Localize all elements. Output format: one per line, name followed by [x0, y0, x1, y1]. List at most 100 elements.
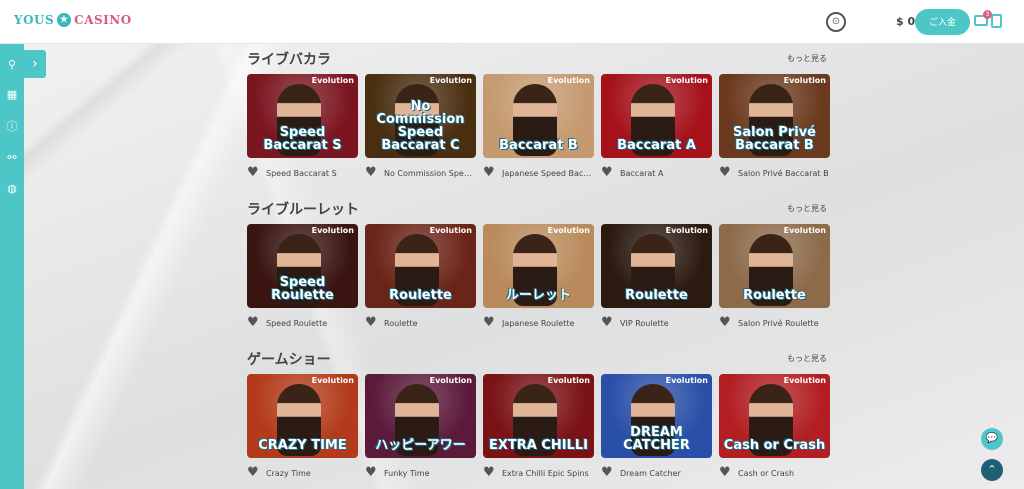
game-thumbnail[interactable]: Evolution Baccarat B	[483, 74, 594, 158]
game-meta: ♥ VIP Roulette	[601, 316, 712, 330]
heart-icon[interactable]: ♥	[365, 166, 378, 179]
game-card[interactable]: Evolution Baccarat B ♥ Japanese Speed Bacca…	[483, 74, 594, 180]
heart-icon[interactable]: ♥	[719, 466, 732, 479]
game-art-title: Speed Baccarat S	[263, 125, 342, 153]
game-name: Crazy Time	[266, 468, 311, 478]
grid-icon[interactable]: ▦	[5, 88, 19, 102]
heart-icon[interactable]: ♥	[247, 316, 260, 329]
heart-icon[interactable]: ♥	[601, 166, 614, 179]
game-name: Extra Chilli Epic Spins	[502, 468, 589, 478]
deposit-button[interactable]: ご入金	[915, 9, 970, 35]
game-thumbnail[interactable]: Evolution Baccarat A	[601, 74, 712, 158]
see-more-link[interactable]: もっと見る	[787, 203, 827, 214]
game-card[interactable]: Evolution DREAM CATCHER ♥ Dream Catcher	[601, 374, 712, 480]
game-name: Funky Time	[384, 468, 430, 478]
game-name: Speed Baccarat S	[266, 168, 337, 178]
provider-logo: Evolution	[429, 226, 472, 235]
game-art-title: ルーレット	[505, 288, 571, 303]
heart-icon[interactable]: ♥	[601, 466, 614, 479]
game-art-title: Speed Roulette	[271, 275, 334, 303]
game-art-title: Baccarat B	[499, 138, 578, 153]
balance-display: $ 0	[896, 15, 916, 28]
game-section: ゲームショー もっと見る Evolution CRAZY TIME ♥ Crazy Tim…	[247, 344, 830, 489]
game-card[interactable]: Evolution ハッピーアワー ♥ Funky Time	[365, 374, 476, 480]
game-meta: ♥ Speed Roulette	[247, 316, 358, 330]
game-thumbnail[interactable]: Evolution Roulette	[365, 224, 476, 308]
game-thumbnail[interactable]: Evolution ハッピーアワー	[365, 374, 476, 458]
game-card[interactable]: Evolution Cash or Crash ♥ Cash or Crash	[719, 374, 830, 480]
heart-icon[interactable]: ♥	[601, 316, 614, 329]
globe-icon[interactable]: ◍	[5, 182, 19, 196]
game-name: Japanese Roulette	[502, 318, 575, 328]
top-header: YOUS ★ CASINO ⊙ $ 0 ご入金 3	[0, 0, 1024, 44]
logout-icon[interactable]	[991, 14, 1002, 28]
game-art-title: Salon Privé Baccarat B	[733, 125, 816, 153]
game-card[interactable]: Evolution CRAZY TIME ♥ Crazy Time	[247, 374, 358, 480]
game-card[interactable]: Evolution Salon Privé Baccarat B ♥ Salon Pr…	[719, 74, 830, 180]
game-card[interactable]: Evolution Roulette ♥ Roulette	[365, 224, 476, 330]
game-card[interactable]: Evolution Baccarat A ♥ Baccarat A	[601, 74, 712, 180]
game-art-title: Cash or Crash	[723, 438, 826, 453]
game-card[interactable]: Evolution ルーレット ♥ Japanese Roulette	[483, 224, 594, 330]
provider-logo: Evolution	[783, 376, 826, 385]
heart-icon[interactable]: ♥	[365, 316, 378, 329]
game-art-title: ハッピーアワー	[375, 438, 466, 453]
game-art-title: EXTRA CHILLI	[488, 438, 589, 453]
clock-icon[interactable]: ⊙	[826, 12, 846, 32]
provider-logo: Evolution	[311, 226, 354, 235]
game-thumbnail[interactable]: Evolution Cash or Crash	[719, 374, 830, 458]
arrow-up-icon[interactable]: ⌃	[981, 459, 1003, 481]
game-art-title: Roulette	[625, 288, 688, 303]
section-header: ゲームショー もっと見る	[247, 344, 827, 374]
game-art-title: DREAM CATCHER	[623, 425, 690, 453]
provider-logo: Evolution	[311, 76, 354, 85]
link-icon[interactable]: ⚯	[5, 151, 19, 165]
chat-icon[interactable]: 💬	[981, 428, 1003, 450]
section-title: ゲームショー	[247, 352, 331, 368]
game-meta: ♥ Roulette	[365, 316, 476, 330]
heart-icon[interactable]: ♥	[483, 316, 496, 329]
heart-icon[interactable]: ♥	[247, 466, 260, 479]
provider-logo: Evolution	[665, 376, 708, 385]
game-card[interactable]: Evolution Speed Roulette ♥ Speed Roulette	[247, 224, 358, 330]
game-cards: Evolution Speed Baccarat S ♥ Speed Baccarat…	[247, 74, 830, 180]
game-thumbnail[interactable]: Evolution Speed Roulette	[247, 224, 358, 308]
game-thumbnail[interactable]: Evolution ルーレット	[483, 224, 594, 308]
heart-icon[interactable]: ♥	[719, 316, 732, 329]
heart-icon[interactable]: ♥	[365, 466, 378, 479]
badge-icon[interactable]: ⚲	[5, 58, 19, 72]
logo-text-left: YOUS	[14, 13, 55, 27]
game-art-title: Baccarat A	[617, 138, 696, 153]
game-thumbnail[interactable]: Evolution EXTRA CHILLI	[483, 374, 594, 458]
game-meta: ♥ Speed Baccarat S	[247, 166, 358, 180]
game-thumbnail[interactable]: Evolution Roulette	[601, 224, 712, 308]
game-thumbnail[interactable]: Evolution Roulette	[719, 224, 830, 308]
see-more-link[interactable]: もっと見る	[787, 353, 827, 364]
game-meta: ♥ No Commission Speed B...	[365, 166, 476, 180]
heart-icon[interactable]: ♥	[483, 166, 496, 179]
game-card[interactable]: Evolution No Commission Speed Baccarat C ♥…	[365, 74, 476, 180]
game-meta: ♥ Japanese Speed Baccara...	[483, 166, 594, 180]
game-thumbnail[interactable]: Evolution DREAM CATCHER	[601, 374, 712, 458]
game-thumbnail[interactable]: Evolution Speed Baccarat S	[247, 74, 358, 158]
game-card[interactable]: Evolution Speed Baccarat S ♥ Speed Baccarat…	[247, 74, 358, 180]
sidebar: ⚲ ▦ ⓘ ⚯ ◍	[0, 44, 24, 489]
game-name: Baccarat A	[620, 168, 664, 178]
game-card[interactable]: Evolution EXTRA CHILLI ♥ Extra Chilli Epic …	[483, 374, 594, 480]
info-icon[interactable]: ⓘ	[5, 120, 19, 134]
heart-icon[interactable]: ♥	[483, 466, 496, 479]
game-meta: ♥ Japanese Roulette	[483, 316, 594, 330]
game-thumbnail[interactable]: Evolution Salon Privé Baccarat B	[719, 74, 830, 158]
provider-logo: Evolution	[547, 226, 590, 235]
game-thumbnail[interactable]: Evolution No Commission Speed Baccarat C	[365, 74, 476, 158]
sidebar-toggle-button[interactable]: ›	[24, 50, 46, 78]
heart-icon[interactable]: ♥	[719, 166, 732, 179]
game-card[interactable]: Evolution Roulette ♥ VIP Roulette	[601, 224, 712, 330]
game-name: Salon Privé Baccarat B	[738, 168, 829, 178]
see-more-link[interactable]: もっと見る	[787, 53, 827, 64]
game-thumbnail[interactable]: Evolution CRAZY TIME	[247, 374, 358, 458]
heart-icon[interactable]: ♥	[247, 166, 260, 179]
site-logo[interactable]: YOUS ★ CASINO	[14, 13, 132, 27]
provider-logo: Evolution	[311, 376, 354, 385]
game-card[interactable]: Evolution Roulette ♥ Salon Privé Roulette	[719, 224, 830, 330]
